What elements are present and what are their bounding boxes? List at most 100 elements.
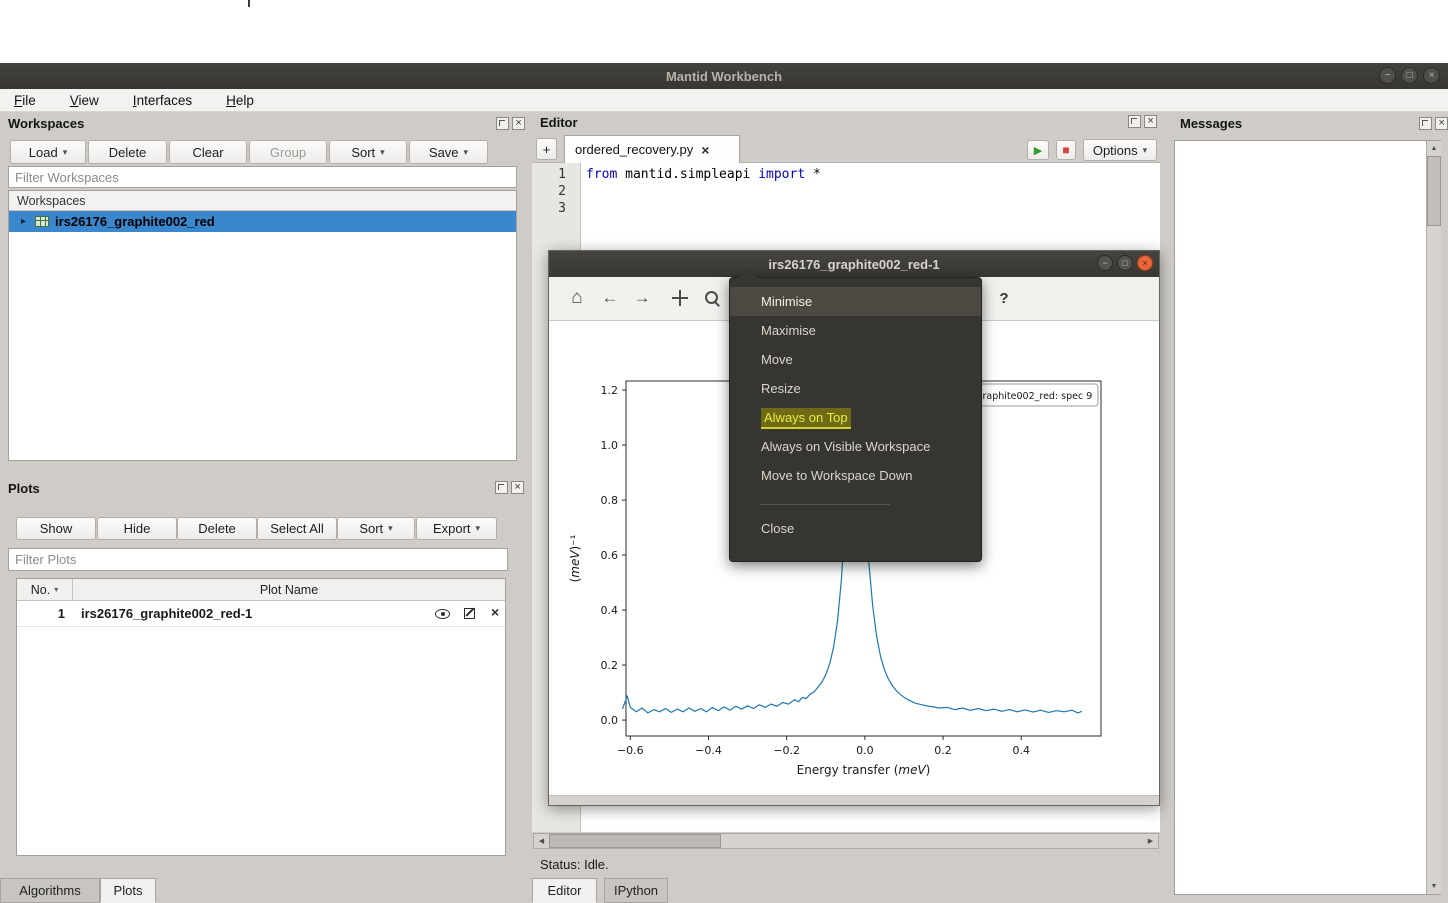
- plots-table[interactable]: No. ▾ Plot Name 1 irs26176_graphite002_r…: [16, 578, 506, 856]
- menu-item-move-to-workspace-down[interactable]: Move to Workspace Down: [730, 461, 981, 490]
- save-button[interactable]: Save ▾: [409, 140, 488, 164]
- messages-title: Messages: [1180, 116, 1242, 131]
- select-all-button[interactable]: Select All: [257, 517, 337, 540]
- float-icon[interactable]: [1128, 115, 1141, 128]
- menu-item-resize[interactable]: Resize: [730, 374, 981, 403]
- sort-plots-label: Sort: [359, 521, 383, 536]
- plots-filter-input[interactable]: [8, 548, 508, 571]
- editor-hscrollbar[interactable]: ◀ ▶: [533, 833, 1159, 849]
- tab-algorithms[interactable]: Algorithms: [0, 878, 100, 903]
- group-button[interactable]: Group: [249, 140, 327, 164]
- pan-icon[interactable]: [668, 286, 692, 310]
- delete-plot-button[interactable]: Delete: [177, 517, 257, 540]
- close-icon[interactable]: ×: [1137, 255, 1153, 271]
- close-icon[interactable]: ×: [512, 117, 525, 130]
- messages-vscrollbar[interactable]: ▲ ▼: [1426, 141, 1441, 894]
- menu-view[interactable]: View: [66, 91, 103, 110]
- maximize-glyph: □: [1122, 258, 1127, 268]
- tab-ipython[interactable]: IPython: [604, 878, 668, 903]
- tab-close-icon[interactable]: ×: [701, 142, 709, 158]
- tab-editor[interactable]: Editor: [532, 878, 597, 903]
- vscrollbar-thumb[interactable]: [1427, 156, 1441, 226]
- workspace-item-selected[interactable]: ▸ irs26176_graphite002_red: [9, 211, 516, 232]
- menu-file[interactable]: File: [10, 91, 40, 110]
- plot-row-name: irs26176_graphite002_red-1: [73, 606, 252, 621]
- export-button[interactable]: Export ▾: [416, 517, 497, 540]
- svg-text:0.6: 0.6: [601, 549, 619, 562]
- scroll-right-icon[interactable]: ▶: [1143, 834, 1158, 848]
- maximize-icon[interactable]: □: [1117, 255, 1133, 271]
- desktop-strip: [0, 0, 1448, 63]
- float-icon[interactable]: [1419, 117, 1432, 130]
- plot-row-number: 1: [17, 606, 73, 621]
- show-button[interactable]: Show: [16, 517, 96, 540]
- export-label: Export: [433, 521, 471, 536]
- menu-item-always-on-visible-workspace[interactable]: Always on Visible Workspace: [730, 432, 981, 461]
- stop-button[interactable]: ■: [1056, 140, 1076, 160]
- workspaces-filter-input[interactable]: [8, 166, 517, 188]
- plots-dock-header: Plots ×: [0, 477, 527, 501]
- menu-help[interactable]: Help: [222, 91, 258, 110]
- home-icon[interactable]: ⌂: [565, 286, 589, 310]
- svg-text:0.4: 0.4: [601, 604, 619, 617]
- scroll-down-icon[interactable]: ▼: [1427, 879, 1441, 894]
- float-icon[interactable]: [496, 117, 509, 130]
- help-icon[interactable]: ?: [992, 286, 1016, 310]
- sort-label: Sort: [351, 145, 375, 160]
- editor-tab[interactable]: ordered_recovery.py ×: [564, 135, 740, 163]
- new-tab-button[interactable]: +: [536, 138, 557, 160]
- hide-label: Hide: [124, 521, 151, 536]
- close-icon[interactable]: ×: [1423, 67, 1440, 84]
- forward-icon[interactable]: →: [630, 286, 654, 310]
- close-icon[interactable]: ×: [491, 604, 499, 620]
- expand-icon[interactable]: ▸: [21, 216, 26, 227]
- options-button[interactable]: Options ▾: [1083, 139, 1157, 161]
- svg-text:−0.6: −0.6: [617, 744, 644, 757]
- menu-interfaces[interactable]: Interfaces: [129, 91, 196, 110]
- zoom-icon[interactable]: [700, 286, 724, 310]
- menu-item-move[interactable]: Move: [730, 345, 981, 374]
- minimize-icon[interactable]: −: [1097, 255, 1113, 271]
- plot-window-title: irs26176_graphite002_red-1: [768, 257, 939, 272]
- edit-icon[interactable]: [464, 608, 475, 619]
- load-button[interactable]: Load ▾: [10, 140, 86, 164]
- minimize-icon[interactable]: −: [1379, 67, 1396, 84]
- menu-item-maximise[interactable]: Maximise: [730, 316, 981, 345]
- eye-icon[interactable]: [435, 609, 450, 619]
- run-button[interactable]: ▶: [1027, 140, 1049, 160]
- scroll-up-icon[interactable]: ▲: [1427, 141, 1441, 156]
- float-icon[interactable]: [495, 481, 508, 494]
- plot-window-footer: [549, 795, 1159, 805]
- workspaces-tree-header: Workspaces: [9, 191, 516, 211]
- hide-button[interactable]: Hide: [97, 517, 177, 540]
- tab-plots[interactable]: Plots: [100, 878, 156, 903]
- menu-item-always-on-top[interactable]: Always on Top: [730, 403, 981, 432]
- back-icon[interactable]: ←: [598, 286, 622, 310]
- float-glyph: [499, 120, 505, 126]
- plot-row[interactable]: 1 irs26176_graphite002_red-1 ×: [17, 601, 505, 627]
- workspaces-tree[interactable]: Workspaces ▸ irs26176_graphite002_red: [8, 190, 517, 461]
- options-label: Options: [1093, 143, 1138, 158]
- editor-dock-icons: ×: [1128, 115, 1157, 128]
- delete-button[interactable]: Delete: [88, 140, 167, 164]
- messages-content: [1174, 140, 1441, 895]
- menu-item-close[interactable]: Close: [730, 514, 981, 543]
- sort-button[interactable]: Sort ▾: [329, 140, 407, 164]
- plot-window-titlebar[interactable]: irs26176_graphite002_red-1 − □ ×: [549, 251, 1159, 277]
- column-no[interactable]: No. ▾: [17, 579, 73, 600]
- window-titlebar[interactable]: Mantid Workbench − □ ×: [0, 63, 1448, 89]
- menu-item-minimise[interactable]: Minimise: [730, 287, 981, 316]
- hscrollbar-thumb[interactable]: [549, 834, 721, 848]
- sort-plots-button[interactable]: Sort ▾: [337, 517, 415, 540]
- column-plot-name[interactable]: Plot Name: [73, 579, 505, 600]
- status-text: Status: Idle.: [540, 857, 609, 872]
- close-icon[interactable]: ×: [511, 481, 524, 494]
- close-icon[interactable]: ×: [1144, 115, 1157, 128]
- minimize-glyph: −: [1102, 258, 1107, 268]
- plots-dock-icons: ×: [495, 481, 524, 494]
- scroll-left-icon[interactable]: ◀: [534, 834, 549, 848]
- clear-button[interactable]: Clear: [169, 140, 247, 164]
- keyword-import: import: [758, 167, 805, 182]
- close-icon[interactable]: ×: [1435, 117, 1448, 130]
- maximize-icon[interactable]: □: [1401, 67, 1418, 84]
